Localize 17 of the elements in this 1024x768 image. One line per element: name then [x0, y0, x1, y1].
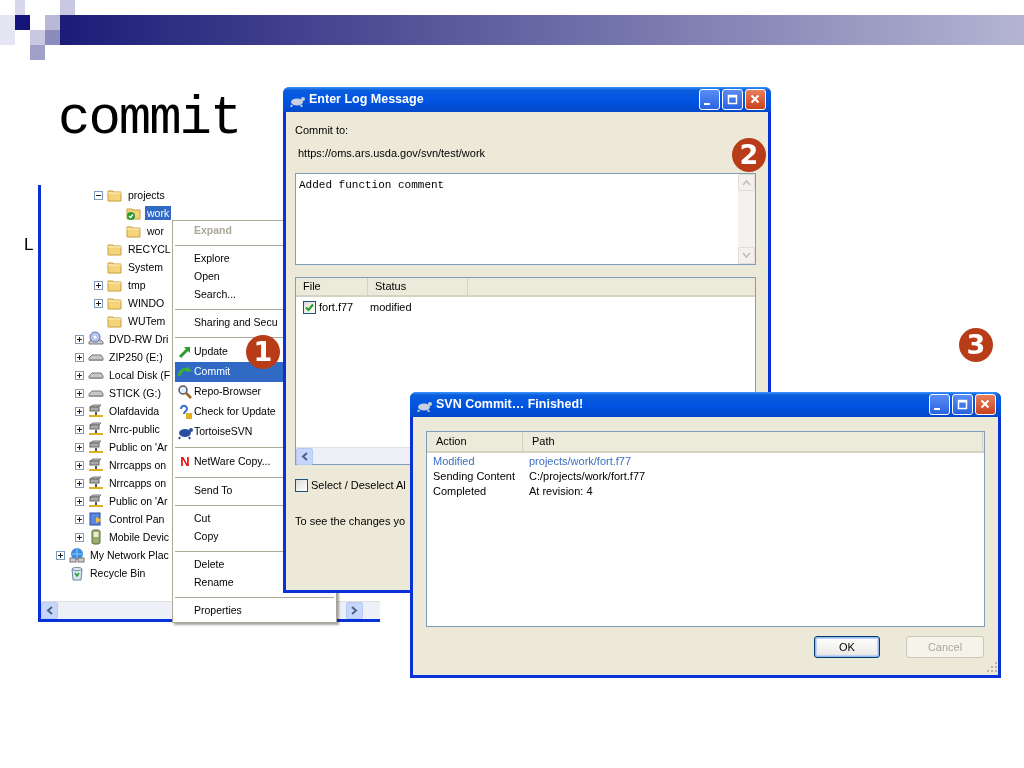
slide-text: L [24, 236, 34, 253]
url-text: https://oms.ars.usda.gov/svn/test/work [297, 145, 486, 161]
table-cell-text: projects/work/fort.f77 [529, 454, 632, 470]
window-title: SVN Commit… Finished! [436, 396, 585, 414]
table-cell-text: fort.f77 [318, 299, 355, 315]
table-cell-text: Sending Content [433, 469, 516, 485]
letter-icon: N [177, 452, 193, 472]
table-cell-text: modified [370, 299, 412, 315]
table-cell-text: C:/projects/work/fort.f77 [529, 469, 646, 485]
window-title: Enter Log Message [309, 91, 425, 109]
field-label: Commit to: [295, 123, 350, 138]
hint-text: To see the changes yo [295, 514, 407, 529]
table-cell-text: At revision: 4 [529, 484, 593, 500]
slide-title: commit [58, 92, 241, 146]
table-cell-text: Completed [433, 484, 488, 500]
table-cell-text: Modified [433, 454, 476, 470]
number-badge: 3 [959, 328, 993, 362]
